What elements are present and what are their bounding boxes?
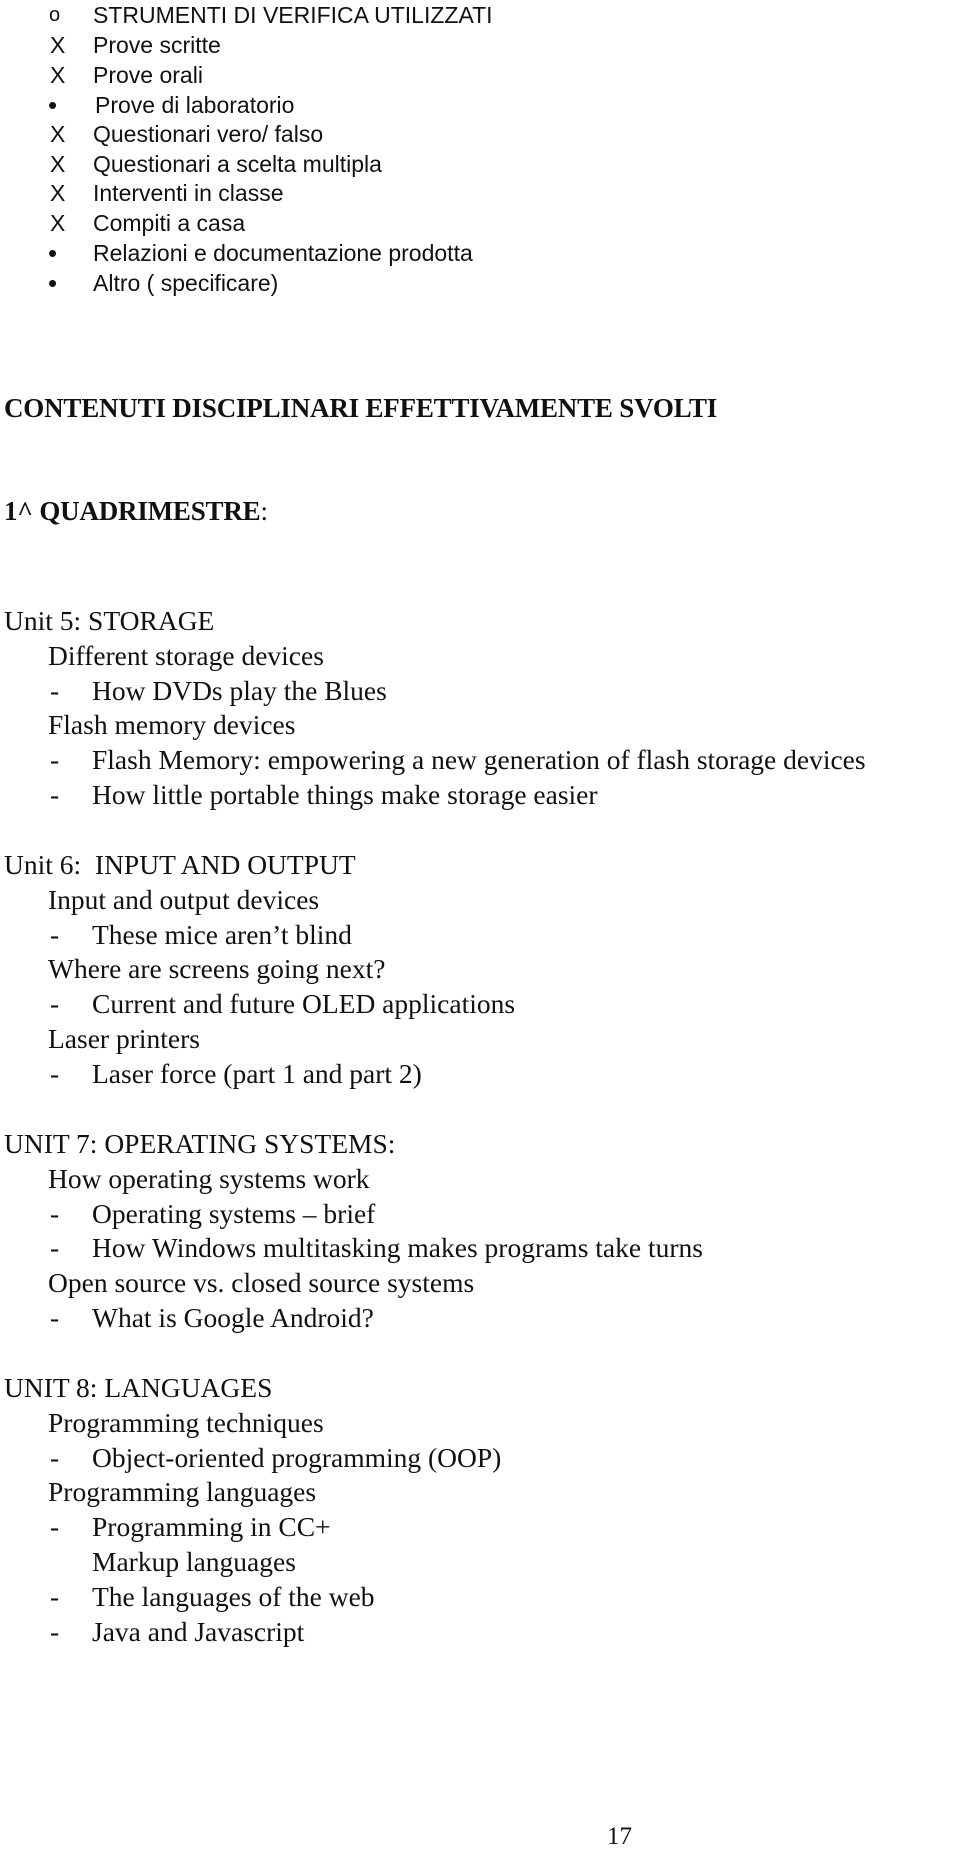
- period-title-colon: :: [260, 496, 268, 526]
- subtopic-text: Laser force (part 1 and part 2): [92, 1057, 422, 1089]
- subtopic-text: Operating systems – brief: [92, 1197, 376, 1229]
- checklist-item-label: Questionari vero/ falso: [93, 121, 324, 147]
- checklist-item-label: Prove scritte: [93, 32, 221, 58]
- dash-bullet-icon: -: [50, 1441, 60, 1473]
- dash-bullet-icon: -: [50, 918, 60, 950]
- topic-line: Programming techniques: [48, 1406, 324, 1438]
- checklist-item-label: Relazioni e documentazione prodotta: [93, 240, 473, 266]
- topic-line: Different storage devices: [48, 639, 324, 671]
- dash-bullet-icon: -: [50, 1232, 60, 1264]
- subtopic-text: How little portable things make storage …: [92, 779, 598, 810]
- topic-line: Where are screens going next?: [48, 953, 386, 985]
- bullet-icon: •: [48, 268, 58, 298]
- dash-bullet-icon: -: [50, 1511, 60, 1543]
- page-number: 17: [607, 1823, 632, 1850]
- topic-line: Input and output devices: [48, 883, 320, 915]
- unit-title: UNIT 7: OPERATING SYSTEMS:: [4, 1128, 396, 1159]
- subtopic-text: Java and Javascript: [92, 1615, 305, 1647]
- dash-bullet-icon: -: [50, 1057, 60, 1089]
- section-title-text: CONTENUTI DISCIPLINARI EFFETTIVAMENTE SV…: [4, 393, 718, 423]
- subtopic-text: Current and future OLED applications: [92, 988, 516, 1020]
- subtopic-text: Programming in CC+: [92, 1511, 331, 1543]
- dash-bullet-icon: -: [50, 674, 60, 706]
- checklist-item-label: Interventi in classe: [93, 180, 284, 206]
- bullet-icon: •: [48, 89, 58, 120]
- subtopic-text: These mice aren’t blind: [92, 918, 352, 950]
- period-title: 1^ QUADRIMESTRE:: [4, 496, 268, 527]
- checklist-item-label: Questionari a scelta multipla: [93, 150, 382, 177]
- dash-bullet-icon: -: [50, 1580, 60, 1612]
- topic-line: Laser printers: [48, 1023, 200, 1054]
- x-mark-icon: X: [50, 61, 66, 88]
- bullet-icon: •: [48, 238, 58, 268]
- dash-bullet-icon: -: [50, 1615, 60, 1647]
- x-mark-icon: X: [50, 180, 66, 206]
- subtopic-text: Object-oriented programming (OOP): [92, 1441, 502, 1473]
- checklist-item-label: Prove di laboratorio: [95, 91, 295, 118]
- x-mark-icon: X: [50, 210, 66, 236]
- period-title-text: 1^ QUADRIMESTRE: [4, 496, 261, 526]
- subtopic-text: What is Google Android?: [92, 1302, 374, 1333]
- circle-bullet-icon: o: [49, 4, 61, 26]
- unit-title: Unit 6: INPUT AND OUTPUT: [4, 849, 356, 880]
- dash-bullet-icon: -: [50, 744, 60, 776]
- checklist-heading: STRUMENTI DI VERIFICA UTILIZZATI: [93, 2, 493, 28]
- dash-bullet-icon: -: [50, 1302, 60, 1333]
- x-mark-icon: X: [50, 32, 66, 58]
- subtopic-text: How DVDs play the Blues: [92, 674, 387, 706]
- unit-title: Unit 5: STORAGE: [4, 605, 215, 636]
- checklist-item-label: Altro ( specificare): [93, 270, 279, 296]
- dash-bullet-icon: -: [50, 779, 60, 810]
- x-mark-icon: X: [50, 121, 66, 147]
- subtopic-text: The languages of the web: [92, 1580, 375, 1612]
- topic-line: Flash memory devices: [48, 709, 296, 741]
- subtopic-text: How Windows multitasking makes programs …: [92, 1232, 703, 1264]
- x-mark-icon: X: [50, 150, 66, 177]
- topic-line: How operating systems work: [48, 1162, 370, 1194]
- topic-line: Programming languages: [48, 1476, 317, 1508]
- unit-title: UNIT 8: LANGUAGES: [4, 1372, 273, 1403]
- dash-bullet-icon: -: [50, 1197, 60, 1229]
- section-title: CONTENUTI DISCIPLINARI EFFETTIVAMENTE SV…: [4, 393, 717, 424]
- subtopic-text: Flash Memory: empowering a new generatio…: [92, 744, 866, 776]
- checklist-item-label: Prove orali: [93, 61, 203, 88]
- subtopic-line: Markup languages: [92, 1546, 296, 1577]
- topic-line: Open source vs. closed source systems: [48, 1267, 475, 1299]
- dash-bullet-icon: -: [50, 988, 60, 1020]
- checklist-item-label: Compiti a casa: [93, 210, 246, 236]
